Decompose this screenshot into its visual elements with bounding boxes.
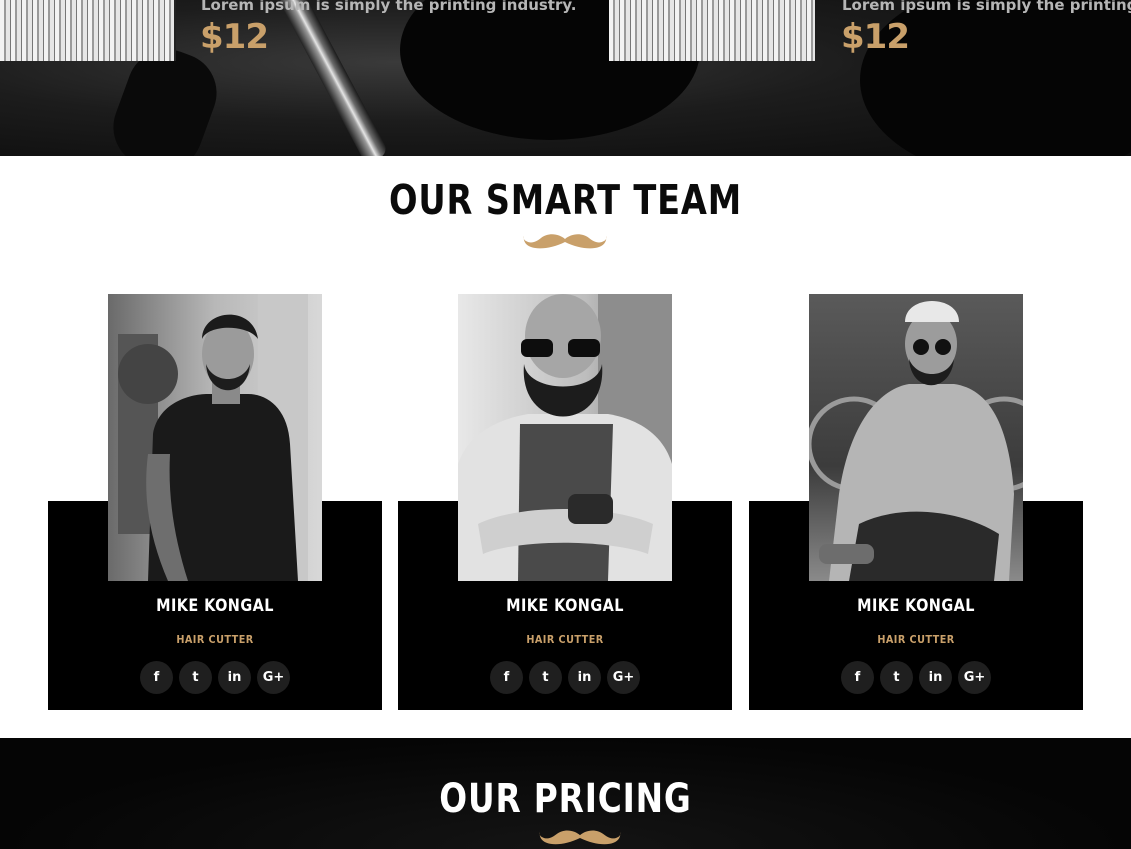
google-plus-icon[interactable]: G+	[257, 661, 290, 694]
google-plus-icon[interactable]: G+	[958, 661, 991, 694]
social-links: f t in G+	[398, 661, 732, 694]
linkedin-icon[interactable]: in	[568, 661, 601, 694]
facebook-icon[interactable]: f	[140, 661, 173, 694]
linkedin-icon[interactable]: in	[919, 661, 952, 694]
scissors-image	[276, 0, 390, 156]
google-plus-icon[interactable]: G+	[607, 661, 640, 694]
service-thumbnail-1	[0, 0, 176, 61]
facebook-icon[interactable]: f	[841, 661, 874, 694]
twitter-icon[interactable]: t	[529, 661, 562, 694]
team-member-photo	[809, 294, 1023, 581]
service-description-2: Lorem ipsum is simply the printing inc	[842, 0, 1131, 14]
twitter-icon[interactable]: t	[179, 661, 212, 694]
team-member-role: HAIR CUTTER	[877, 633, 955, 646]
service-description-1: Lorem ipsum is simply the printing indus…	[201, 0, 577, 14]
mustache-icon	[523, 234, 607, 249]
social-links: f t in G+	[48, 661, 382, 694]
service-price-2: $12	[841, 17, 910, 57]
services-section-tail: Lorem ipsum is simply the printing indus…	[0, 0, 1131, 156]
service-thumbnail-2	[609, 0, 815, 61]
team-member-photo	[458, 294, 672, 581]
team-member-role: HAIR CUTTER	[526, 633, 604, 646]
mustache-icon	[539, 830, 621, 845]
social-links: f t in G+	[749, 661, 1083, 694]
team-section-title: OUR SMART TEAM	[388, 176, 743, 224]
facebook-icon[interactable]: f	[490, 661, 523, 694]
team-member-photo	[108, 294, 322, 581]
team-member-name: MIKE KONGAL	[857, 596, 975, 616]
linkedin-icon[interactable]: in	[218, 661, 251, 694]
team-member-role: HAIR CUTTER	[176, 633, 254, 646]
team-member-name: MIKE KONGAL	[506, 596, 624, 616]
pricing-section-title: OUR PRICING	[439, 776, 692, 822]
service-price-1: $12	[200, 17, 269, 57]
team-member-name: MIKE KONGAL	[156, 596, 274, 616]
twitter-icon[interactable]: t	[880, 661, 913, 694]
